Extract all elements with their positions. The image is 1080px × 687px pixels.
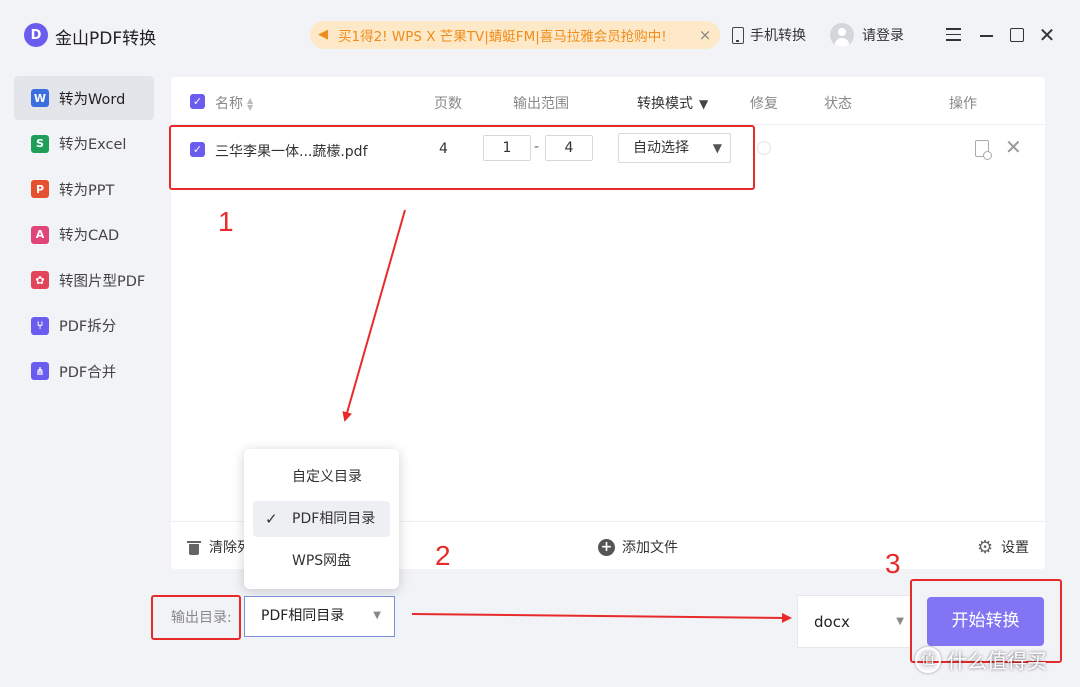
add-file-label: 添加文件 xyxy=(622,540,678,556)
header-mode-label: 转换模式 xyxy=(637,96,693,112)
speaker-icon: ◀ xyxy=(318,27,328,42)
table-header: ✓ 名称 ▲ ▼ 页数 输出范围 转换模式 ▼ 修复 状态 操作 xyxy=(171,77,1045,125)
header-status: 状态 xyxy=(824,96,852,112)
menu-icon[interactable] xyxy=(943,24,965,46)
excel-icon: S xyxy=(31,134,49,153)
cad-icon: A xyxy=(31,225,49,244)
sidebar-item-label: 转图片型PDF xyxy=(59,273,146,290)
gear-icon: ⚙ xyxy=(977,536,994,558)
promo-close-icon[interactable]: × xyxy=(694,26,716,44)
remove-file-icon[interactable]: ✕ xyxy=(1005,135,1022,159)
split-icon: ⑂ xyxy=(31,316,49,335)
check-icon: ✓ xyxy=(265,510,278,528)
sidebar-item-ppt[interactable]: P 转为PPT xyxy=(14,167,154,211)
plus-icon: + xyxy=(598,538,615,556)
maximize-icon[interactable] xyxy=(1006,24,1028,46)
header-mode[interactable]: 转换模式 ▼ xyxy=(637,93,708,113)
settings-label: 设置 xyxy=(1001,540,1029,556)
output-dir-select[interactable]: PDF相同目录 ▼ xyxy=(244,596,395,637)
sidebar-item-pdf-merge[interactable]: ⋔ PDF合并 xyxy=(14,349,154,393)
image-pdf-icon: ✿ xyxy=(31,271,49,289)
watermark-text: 什么值得买 xyxy=(947,649,1047,673)
settings-button[interactable]: ⚙ 设置 xyxy=(977,537,1029,557)
sidebar-item-cad[interactable]: A 转为CAD xyxy=(14,213,154,257)
header-action: 操作 xyxy=(949,96,977,112)
sidebar-item-word[interactable]: W 转为Word xyxy=(14,76,154,120)
sidebar-item-excel[interactable]: S 转为Excel xyxy=(14,122,154,166)
header-pages: 页数 xyxy=(434,96,462,112)
app-title: 金山PDF转换 xyxy=(55,29,157,49)
ppt-icon: P xyxy=(31,180,49,198)
login-button[interactable]: 请登录 xyxy=(830,22,904,48)
trash-icon xyxy=(187,540,201,555)
sort-icon: ▲ ▼ xyxy=(247,96,254,112)
arrow-right xyxy=(411,612,792,623)
output-dir-value: PDF相同目录 xyxy=(261,608,345,624)
format-value: docx xyxy=(814,613,850,631)
header-name-label: 名称 xyxy=(215,96,243,112)
sidebar-item-label: 转为Excel xyxy=(59,137,127,153)
sidebar-item-pdf-split[interactable]: ⑂ PDF拆分 xyxy=(14,304,154,348)
close-window-icon[interactable]: ✕ xyxy=(1036,24,1058,46)
word-icon: W xyxy=(31,89,49,107)
chevron-down-icon: ▼ xyxy=(373,610,381,621)
dir-option-label: PDF相同目录 xyxy=(292,511,376,527)
chevron-down-icon: ▼ xyxy=(896,616,904,627)
watermark: 值 什么值得买 xyxy=(915,645,1047,674)
sidebar-item-label: PDF合并 xyxy=(59,364,117,381)
mobile-convert-button[interactable]: 手机转换 xyxy=(732,25,806,45)
sidebar-item-label: 转为PPT xyxy=(59,182,115,199)
chevron-down-icon: ▼ xyxy=(699,97,709,111)
preview-icon[interactable] xyxy=(975,140,992,160)
dir-option-same-as-pdf[interactable]: ✓ PDF相同目录 xyxy=(253,501,390,537)
header-range: 输出范围 xyxy=(513,96,569,112)
add-file-button[interactable]: + 添加文件 xyxy=(598,537,678,557)
sidebar-item-label: 转为Word xyxy=(59,91,126,108)
dir-option-wps-cloud[interactable]: WPS网盘 xyxy=(253,543,390,579)
minimize-icon[interactable] xyxy=(976,24,998,46)
merge-icon: ⋔ xyxy=(31,362,49,380)
sidebar: W 转为Word S 转为Excel P 转为PPT A 转为CAD ✿ 转图片… xyxy=(14,76,154,395)
watermark-logo: 值 xyxy=(915,646,941,673)
annotation-number-3: 3 xyxy=(885,548,901,579)
promo-banner[interactable]: ◀ 买1得2! WPS X 芒果TV|蜻蜓FM|喜马拉雅会员抢购中! × xyxy=(310,21,720,49)
header-repair: 修复 xyxy=(750,96,778,112)
annotation-number-1: 1 xyxy=(218,206,234,237)
dir-option-custom[interactable]: 自定义目录 xyxy=(253,459,390,495)
login-label: 请登录 xyxy=(862,28,904,44)
avatar xyxy=(830,23,854,47)
sidebar-item-label: 转为CAD xyxy=(59,228,120,244)
title-bar: D 金山PDF转换 ◀ 买1得2! WPS X 芒果TV|蜻蜓FM|喜马拉雅会员… xyxy=(0,0,1080,70)
header-name[interactable]: 名称 ▲ ▼ xyxy=(215,93,255,113)
repair-check-icon xyxy=(757,141,771,155)
promo-text[interactable]: 买1得2! WPS X 芒果TV|蜻蜓FM|喜马拉雅会员抢购中! xyxy=(338,25,694,45)
annotation-box-file-row xyxy=(169,125,755,190)
annotation-number-2: 2 xyxy=(435,540,451,571)
mobile-convert-label: 手机转换 xyxy=(750,28,806,44)
sidebar-item-label: PDF拆分 xyxy=(59,319,117,335)
format-select[interactable]: docx ▼ xyxy=(797,595,911,648)
output-dir-menu: 自定义目录 ✓ PDF相同目录 WPS网盘 xyxy=(244,449,399,589)
app-logo: D xyxy=(24,23,48,47)
select-all-checkbox[interactable]: ✓ xyxy=(190,94,205,109)
annotation-box-output-label xyxy=(151,595,241,640)
sidebar-item-image-pdf[interactable]: ✿ 转图片型PDF xyxy=(14,258,154,302)
phone-icon xyxy=(732,26,744,44)
